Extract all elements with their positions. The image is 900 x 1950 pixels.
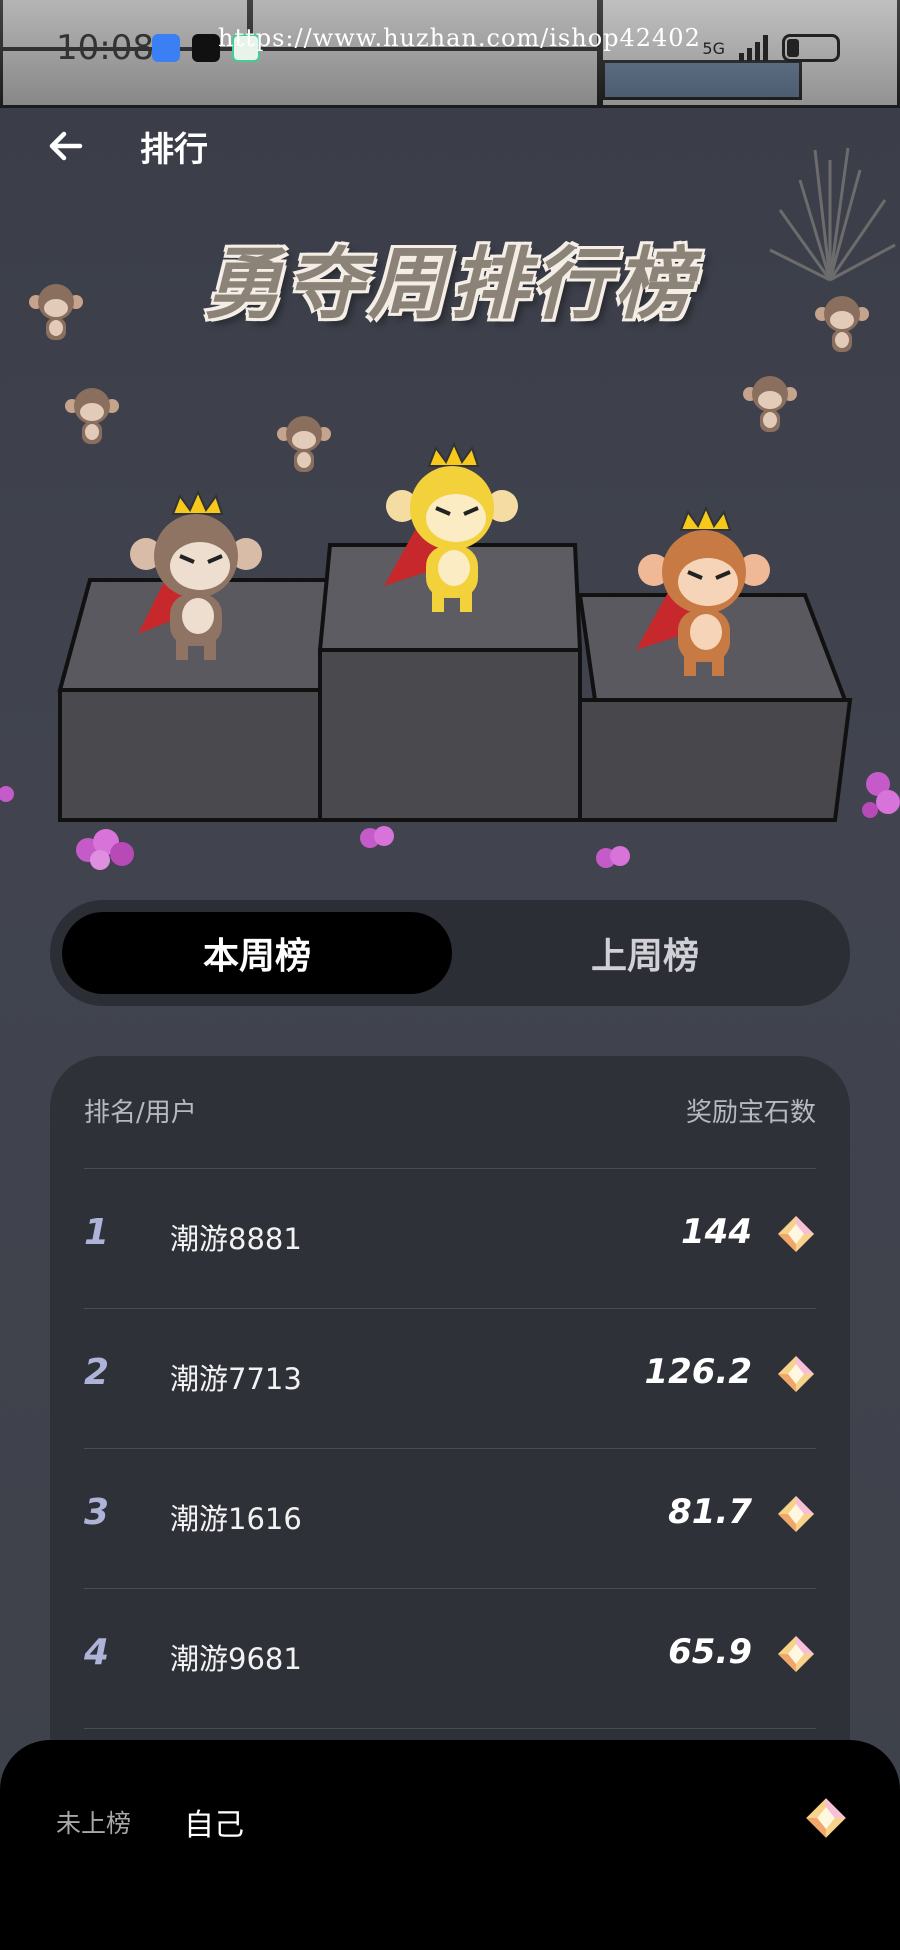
column-rank-user: 排名/用户: [84, 1098, 197, 1128]
small-monkey-icon: [815, 296, 869, 352]
table-row[interactable]: 4 潮游9681 65.9: [84, 1588, 816, 1728]
status-time: 10:08: [56, 28, 154, 68]
gem-icon: [778, 1636, 814, 1672]
small-monkey-icon: [65, 388, 119, 444]
third-place-monkey: [636, 505, 770, 676]
rank-number: 1: [84, 1212, 110, 1253]
gem-count: 81.7: [668, 1492, 752, 1532]
leaderboard-banner-title: 勇夺周排行榜: [203, 240, 696, 330]
user-name: 潮游1616: [170, 1502, 302, 1536]
browser-icon: [152, 34, 180, 62]
gem-pile-decoration: [76, 829, 134, 870]
table-row[interactable]: 2 潮游7713 126.2: [84, 1308, 816, 1448]
gem-icon: [778, 1356, 814, 1392]
small-monkey-icon: [277, 416, 331, 472]
user-name: 潮游7713: [170, 1362, 302, 1396]
user-name: 潮游9681: [170, 1642, 302, 1676]
self-rank-status: 未上榜: [56, 1809, 132, 1838]
table-row[interactable]: 1 潮游8881 144: [84, 1168, 816, 1308]
ranking-header: 排名/用户 奖励宝石数: [84, 1092, 816, 1129]
small-monkey-icon: [743, 376, 797, 432]
gem-icon: [778, 1216, 814, 1252]
gem-count: 126.2: [644, 1352, 752, 1392]
second-place-monkey: [130, 489, 262, 660]
tab-last-week[interactable]: 上周榜: [450, 912, 840, 994]
tab-this-week[interactable]: 本周榜: [62, 912, 452, 994]
table-row[interactable]: 3 潮游1616 81.7: [84, 1448, 816, 1588]
rank-number: 2: [84, 1352, 110, 1393]
gem-pile-decoration: [596, 846, 630, 868]
page-title: 排行: [140, 130, 208, 170]
period-tabs: 本周榜 上周榜: [50, 900, 850, 1006]
first-place-monkey: [384, 441, 518, 612]
app-icon: [192, 34, 220, 62]
battery-icon: [782, 34, 840, 62]
small-monkey-icon: [29, 284, 83, 340]
watermark-url: https://www.huzhan.com/ishop42402: [218, 24, 701, 52]
signal-icon: [739, 35, 768, 61]
rank-number: 4: [84, 1632, 110, 1673]
arrow-left-icon[interactable]: [44, 124, 88, 168]
gem-icon: [806, 1798, 846, 1838]
self-name: 自己: [184, 1808, 244, 1843]
gem-pile-decoration: [0, 786, 14, 802]
gem-count: 65.9: [668, 1632, 752, 1672]
status-bar: 10:08 https://www.huzhan.com/ishop42402 …: [0, 0, 900, 108]
self-rank-bar: 未上榜 自己: [0, 1740, 900, 1950]
divider: [84, 1728, 816, 1729]
rank-number: 3: [84, 1492, 110, 1533]
gem-pile-decoration: [360, 826, 394, 848]
gem-count: 144: [681, 1212, 752, 1252]
user-name: 潮游8881: [170, 1222, 302, 1256]
gem-icon: [778, 1496, 814, 1532]
gem-pile-decoration: [862, 772, 900, 818]
status-right: 5G: [702, 34, 840, 62]
network-label: 5G: [702, 38, 725, 58]
column-reward-gems: 奖励宝石数: [685, 1098, 816, 1128]
